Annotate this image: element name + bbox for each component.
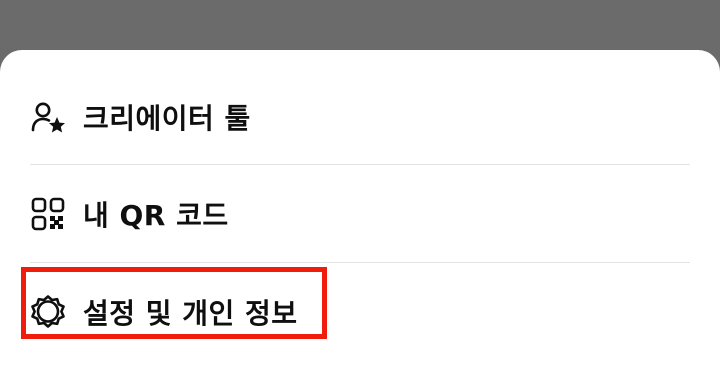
gear-icon (30, 294, 66, 330)
menu-item-label: 설정 및 개인 정보 (83, 297, 298, 330)
menu-item-my-qr-code[interactable]: 내 QR 코드 (30, 165, 690, 263)
qr-code-icon (30, 196, 66, 232)
menu-item-settings-privacy[interactable]: 설정 및 개인 정보 (30, 263, 690, 361)
bottom-sheet-menu: 크리에이터 툴 내 QR 코드 설정 및 개인 정보 (0, 50, 720, 390)
menu-item-creator-tools[interactable]: 크리에이터 툴 (30, 68, 690, 166)
menu-item-label: 크리에이터 툴 (83, 102, 251, 135)
menu-item-label: 내 QR 코드 (83, 199, 229, 232)
creator-star-person-icon (30, 99, 66, 135)
